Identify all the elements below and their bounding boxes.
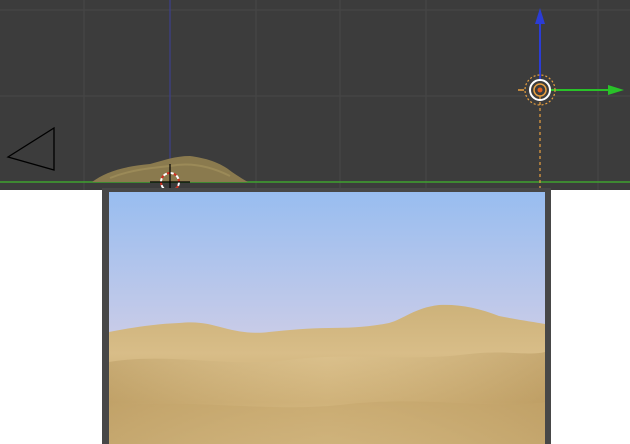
empty-area-left (0, 190, 102, 444)
viewport-canvas (0, 0, 630, 190)
blender-window (0, 0, 630, 444)
x-arrow-gizmo[interactable] (550, 85, 624, 95)
empty-area-right (551, 190, 630, 444)
camera-icon[interactable] (6, 126, 55, 171)
sun-lamp-icon[interactable] (518, 74, 556, 106)
z-arrow-gizmo[interactable] (535, 8, 545, 80)
dune-foreground (109, 401, 545, 444)
rendered-desert-image (109, 192, 545, 444)
3d-viewport[interactable] (0, 0, 630, 190)
render-preview-window (102, 188, 551, 444)
